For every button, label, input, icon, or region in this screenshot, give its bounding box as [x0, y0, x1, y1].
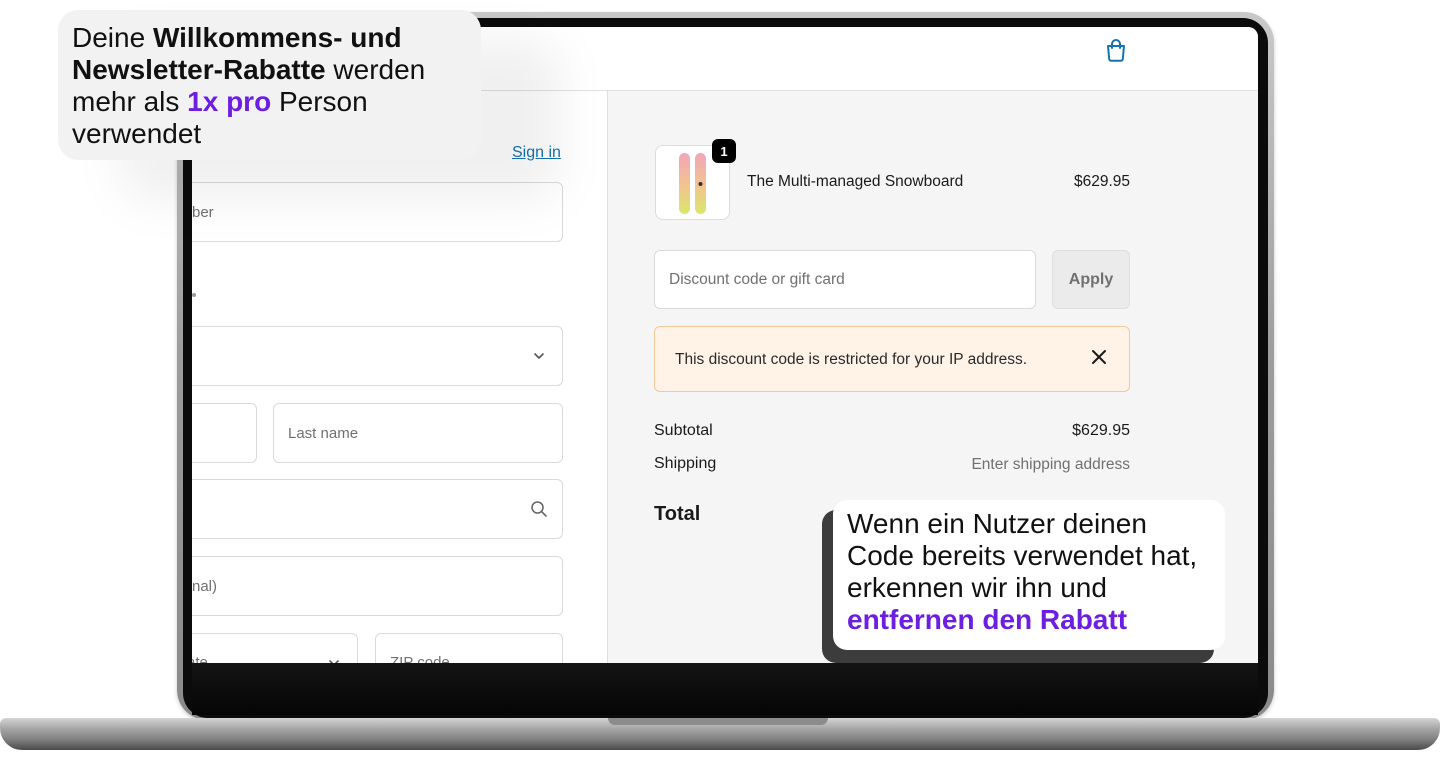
laptop-keyboard-area [192, 663, 1258, 715]
apply-button[interactable]: Apply [1052, 250, 1130, 309]
section-label-fragment [192, 293, 196, 297]
callout-ip-restriction: Deine Willkommens- und Newsletter-Rabatt… [58, 10, 481, 160]
state-select[interactable]: ate [192, 633, 358, 663]
product-name: The Multi-managed Snowboard [747, 173, 964, 190]
callout-highlight: 1x pro [187, 86, 272, 117]
quantity-badge: 1 [712, 139, 736, 163]
first-name-field[interactable] [192, 403, 257, 463]
callout-text: Wenn ein Nutzer deinen Code bereits verw… [847, 508, 1198, 603]
country-select[interactable] [192, 326, 563, 386]
zip-placeholder: ZIP code [390, 654, 450, 663]
apartment-placeholder: nal) [192, 577, 218, 595]
discount-placeholder: Discount code or gift card [669, 270, 845, 288]
last-name-field[interactable]: Last name [273, 403, 563, 463]
shipping-label: Shipping [654, 455, 717, 472]
product-price: $629.95 [1073, 173, 1130, 190]
subtotal-label: Subtotal [654, 422, 713, 439]
search-icon [531, 501, 547, 517]
zip-code-field[interactable]: ZIP code [375, 633, 563, 663]
chevron-down-icon [534, 353, 544, 359]
chevron-down-icon [329, 660, 339, 663]
shopping-bag-icon[interactable] [1103, 37, 1129, 63]
total-label: Total [654, 503, 701, 525]
laptop-base-notch [608, 718, 828, 725]
close-icon[interactable] [1091, 349, 1107, 365]
callout-text: Deine [72, 22, 153, 53]
callout-highlight: entfernen den Rabatt [847, 604, 1128, 635]
alert-message: This discount code is restricted for you… [675, 351, 1028, 368]
discount-code-input[interactable]: Discount code or gift card [654, 250, 1036, 309]
state-placeholder: ate [192, 654, 208, 663]
shipping-value: Enter shipping address [971, 456, 1130, 473]
callout-discount-removal: Wenn ein Nutzer deinen Code bereits verw… [833, 500, 1225, 650]
phone-placeholder: ber [192, 203, 214, 221]
apartment-field[interactable]: nal) [192, 556, 563, 616]
subtotal-value: $629.95 [1072, 422, 1130, 439]
discount-error-alert: This discount code is restricted for you… [654, 326, 1130, 392]
address-field[interactable] [192, 479, 563, 539]
last-name-placeholder: Last name [288, 424, 359, 442]
